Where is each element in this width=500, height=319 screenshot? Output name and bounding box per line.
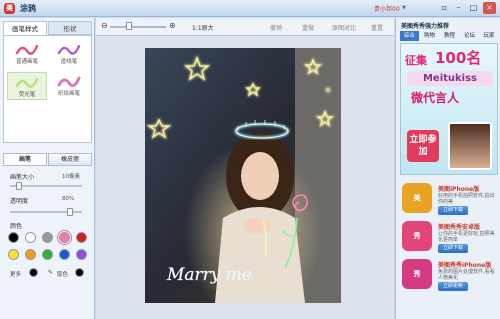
ad-line3: 微代言人 (411, 91, 460, 105)
doodle-photo[interactable]: Marry me (145, 48, 341, 303)
redo-button[interactable]: 重做 (302, 23, 314, 32)
promo-desc: 好用的手机拍照软件,拍出你的美 (438, 193, 495, 205)
ad-line1: 征集 (405, 54, 427, 67)
tab-tutorial[interactable]: 教程 (440, 31, 459, 41)
tab-shopping[interactable]: 购物 (420, 31, 439, 41)
promo-iphone: 美 美图iPhone版 好用的手机拍照软件,拍出你的美 立即下载 (400, 181, 498, 217)
brush-fluorescent-icon (15, 77, 39, 89)
promo-desc: 让你的手机更好玩,拍照美化更简单 (438, 231, 495, 243)
download-button[interactable]: 立即下载 (438, 244, 468, 253)
color-label: 颜色 (10, 223, 23, 230)
brush-fluorescent[interactable]: 荧光笔 (7, 72, 47, 100)
promo-title[interactable]: 美图秀秀iPhone版 (438, 260, 491, 269)
window-title: 涂鸦 (20, 4, 36, 13)
ad-portrait (448, 122, 492, 170)
color-swatch-gray[interactable] (42, 232, 53, 243)
tab-shape[interactable]: 形状 (48, 21, 92, 35)
color-swatch-red[interactable] (76, 232, 87, 243)
custom-color-swatch[interactable] (29, 268, 38, 277)
maximize-button[interactable]: □ (467, 2, 480, 14)
brush-panel: 画笔样式 形状 普通画笔 虚线笔 荧光笔 织纹画笔 画笔 橡皮擦 画笔大小 10… (0, 18, 95, 319)
brush-textured[interactable]: 织纹画笔 (49, 72, 89, 100)
ad-banner[interactable]: 征集 100名 Meitukiss 微代言人 立即参加 (400, 43, 498, 175)
promo-xiuxiu-iphone: 秀 美图秀秀iPhone版 免费的图片处理软件,看看人物美化 立即更新 (400, 257, 498, 293)
user-name[interactable]: 贵小邦00 (374, 4, 400, 13)
more-colors-link[interactable]: 更多 (10, 270, 21, 278)
brush-mode-button[interactable]: 画笔 (3, 153, 47, 166)
app-icon[interactable]: 秀 (402, 221, 432, 251)
zoom-original-button[interactable]: 1:1原大 (192, 23, 214, 32)
minimize-button[interactable]: – (452, 2, 465, 14)
brush-size-thumb[interactable] (16, 182, 22, 190)
ad-line2: 100名 (435, 49, 482, 67)
chevron-down-icon[interactable]: ▼ (402, 5, 406, 11)
tab-comprehensive[interactable]: 综合 (400, 31, 419, 41)
tab-brush-style[interactable]: 画笔样式 (3, 21, 47, 35)
zoom-thumb[interactable] (126, 22, 132, 30)
recommend-title: 美图秀秀强力推荐 (401, 23, 450, 30)
brush-label: 荧光笔 (18, 92, 36, 98)
brush-normal-icon (15, 44, 39, 55)
zoom-in-icon[interactable]: ⊕ (169, 21, 176, 30)
promo-android: 秀 美图秀秀安卓版 让你的手机更好玩,拍照美化更简单 立即下载 (400, 219, 498, 255)
skin-icon[interactable]: ▫ (438, 2, 451, 14)
reset-button[interactable]: 重置 (371, 23, 383, 32)
brush-normal[interactable]: 普通画笔 (7, 40, 47, 68)
color-swatch-pink[interactable] (59, 232, 70, 243)
brush-dashed-icon (57, 44, 81, 55)
mode-buttons: 画笔 橡皮擦 (3, 153, 92, 166)
brush-textured-icon (57, 76, 81, 88)
brush-size-value: 10像素 (62, 174, 80, 180)
close-button[interactable]: × (483, 2, 496, 14)
canvas-footer (96, 306, 394, 319)
app-logo-icon: 美 (4, 3, 15, 14)
brush-dashed[interactable]: 虚线笔 (49, 40, 89, 68)
brush-label: 织纹画笔 (57, 91, 80, 97)
opacity-thumb[interactable] (67, 208, 73, 216)
recommend-panel: 美图秀秀强力推荐 综合 购物 教程 论坛 玩家 征集 100名 Meitukis… (395, 18, 500, 319)
tab-forum[interactable]: 论坛 (460, 31, 479, 41)
eyedropper-icon[interactable]: ✎ (48, 269, 53, 276)
recommend-tabs: 综合 购物 教程 论坛 玩家 (400, 31, 498, 41)
color-swatch-green[interactable] (42, 249, 53, 260)
app-icon[interactable]: 秀 (402, 259, 432, 289)
brush-label: 虚线笔 (60, 59, 78, 65)
download-button[interactable]: 立即下载 (438, 206, 468, 215)
promo-title[interactable]: 美图iPhone版 (438, 184, 479, 193)
brush-tabs: 画笔样式 形状 (3, 21, 92, 35)
zoom-slider[interactable] (110, 26, 166, 28)
color-swatch-orange[interactable] (25, 249, 36, 260)
color-swatch-black[interactable] (8, 232, 19, 243)
color-swatch-purple[interactable] (76, 249, 87, 260)
ad-brand: Meitukiss (407, 71, 493, 86)
brush-size-label: 画笔大小 (10, 174, 35, 181)
zoom-out-icon[interactable]: ⊖ (101, 21, 108, 30)
eraser-mode-button[interactable]: 橡皮擦 (48, 153, 92, 166)
color-picker-label[interactable]: 取色 (57, 270, 68, 278)
brush-grid: 普通画笔 虚线笔 荧光笔 织纹画笔 (3, 35, 92, 143)
brush-label: 普通画笔 (15, 59, 38, 65)
ad-cta-button[interactable]: 立即参加 (407, 130, 439, 162)
photo-illustration: Marry me (145, 48, 341, 303)
picked-color-swatch[interactable] (75, 268, 84, 277)
color-swatch-blue[interactable] (59, 249, 70, 260)
opacity-value: 80% (62, 196, 75, 202)
undo-button[interactable]: 撤销 (270, 23, 282, 32)
canvas-toolbar: ⊖ ⊕ 1:1原大 撤销 重做 原图对比 重置 (96, 18, 394, 36)
color-swatch-white[interactable] (25, 232, 36, 243)
update-button[interactable]: 立即更新 (438, 282, 468, 291)
photo-caption: Marry me (166, 265, 252, 285)
compare-button[interactable]: 原图对比 (332, 23, 356, 32)
app-icon[interactable]: 美 (402, 183, 432, 213)
opacity-label: 透明度 (10, 198, 29, 205)
promo-title[interactable]: 美图秀秀安卓版 (438, 222, 480, 231)
promo-desc: 免费的图片处理软件,看看人物美化 (438, 269, 495, 281)
color-swatch-yellow[interactable] (8, 249, 19, 260)
tab-players[interactable]: 玩家 (480, 31, 498, 41)
title-bar: 美 涂鸦 贵小邦00 ▼ ▫ – □ × (0, 0, 500, 17)
